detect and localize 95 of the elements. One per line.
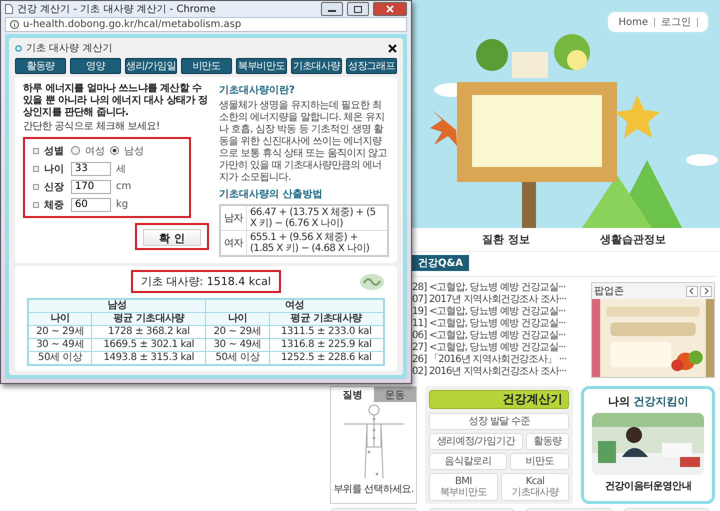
card-link[interactable]: 건강이음터운영안내 [604, 479, 692, 493]
calculator-tab[interactable]: 활동량 [15, 58, 66, 74]
intro-note: 간단한 공식으로 체크해 보세요! [23, 121, 161, 133]
field-label: 성별 [44, 144, 65, 158]
header-cell: 여성 [206, 299, 384, 312]
close-icon [386, 5, 394, 13]
news-link[interactable]: 27] <고혈압, 당뇨병 예방 건강교실··· [412, 342, 586, 353]
calculator-button[interactable]: 비만도 [510, 453, 570, 470]
calculator-tab[interactable]: 복부비만도 [236, 58, 287, 74]
bullet-icon [33, 202, 39, 208]
info-text: 생물체가 생명을 유지하는데 필요한 최소한의 에너지량을 말합니다. 체온 유지나 호흡, 심장 박동 등 기초적인 생명 활동을 위한 신진대사에 쓰이는 에너지량으로 보통 휴식 상태 또는 움직이지 않고 가만히 있을 때 기초대사량만큼의 에너지가 소모됩니다. [219, 100, 388, 184]
calculator-button[interactable]: 생리예정/가임기간 [429, 433, 523, 450]
radio-button[interactable] [71, 146, 80, 155]
calculator-button[interactable]: BMI 복부비만도 [429, 473, 498, 501]
calculator-tab[interactable]: 생리/가임일 [125, 58, 177, 74]
calculator-tab[interactable]: 기초대사량 [290, 58, 342, 74]
calculator-tab[interactable]: 비만도 [180, 58, 232, 74]
account-link[interactable]: 로그인 [661, 15, 691, 29]
body-tab[interactable]: 운동 [374, 387, 416, 402]
table-cell: 66.47 + (13.75 X 체중) + (5 X 키) − (6.76 X 나이) [246, 205, 388, 230]
option-label: 남성 [124, 144, 144, 158]
table-cell: 1252.5 ± 228.6 kal [269, 352, 384, 365]
confirm-button[interactable]: 확 인 [143, 229, 201, 246]
bullet-icon [33, 148, 39, 154]
nav-link[interactable]: 질환 정보 [482, 232, 530, 247]
news-link[interactable]: 11] <고혈압, 당뇨병 예방 건강교실··· [412, 318, 586, 329]
hint-text: 부위를 선택하세요. [333, 483, 414, 496]
news-link[interactable]: 06] <고혈압, 당뇨병 예방 건강교실··· [412, 330, 586, 341]
news-link[interactable]: 07] 2017년 지역사회건강조사 조사··· [412, 294, 586, 305]
info-heading: 기초대사량의 산출방법 [219, 188, 324, 201]
field-label: 체중 [44, 198, 65, 212]
previous-button[interactable] [686, 286, 698, 296]
panel-title: 팝업존 [594, 285, 625, 298]
maximize-button[interactable] [347, 2, 369, 16]
input-field[interactable]: 60 [71, 198, 111, 212]
table-cell: 1311.5 ± 233.0 kal [269, 326, 384, 338]
sticker-icon [359, 272, 385, 290]
result-text: 기초 대사량: 1518.4 kcal [131, 270, 281, 293]
calculator-tab[interactable]: 성장그래프 [346, 58, 397, 74]
calculator-button[interactable]: 활동량 [526, 433, 570, 450]
table-cell: 1493.8 ± 315.3 kal [92, 352, 206, 365]
table-cell: 1316.8 ± 225.9 kal [269, 338, 384, 352]
window-title: 건강 계산기 - 기초 대사량 계산기 - Chrome [17, 3, 217, 16]
minimize-button[interactable] [321, 2, 343, 16]
field-label: 나이 [44, 162, 65, 176]
calculator-button[interactable]: 성장 발달 수준 [429, 413, 570, 430]
page-icon [5, 4, 13, 14]
input-field[interactable]: 170 [71, 180, 111, 194]
calculator-tab[interactable]: 영양 [70, 58, 122, 74]
option-label: 여성 [85, 144, 105, 158]
field-label: 신장 [44, 180, 65, 194]
maximize-icon [354, 6, 362, 12]
panel-title: 건강계산기 [502, 391, 562, 408]
bullet-icon [33, 166, 39, 172]
dialog-title: 기초 대사량 계산기 [26, 42, 114, 55]
table-cell: 50세 이상 [206, 352, 270, 365]
header-cell: 평균 기초대사량 [269, 312, 384, 326]
info-icon [10, 20, 19, 29]
close-icon[interactable] [388, 44, 397, 52]
next-button[interactable] [700, 286, 712, 296]
address-field[interactable]: u-health.dobong.go.kr/hcal/metabolism.asp [5, 17, 407, 32]
table-cell: 20 ~ 29세 [206, 326, 270, 338]
header-cell: 남성 [28, 299, 206, 312]
bullet-icon [15, 44, 22, 52]
table-cell: 1728 ± 368.2 kal [92, 326, 206, 338]
nav-link[interactable]: 생활습관정보 [600, 232, 666, 247]
news-link[interactable]: 02] 2016년 지역사회건강조사 조사··· [412, 366, 586, 377]
news-link[interactable]: 19] <고혈압, 당뇨병 예방 건강교실··· [412, 306, 586, 317]
table-cell: 30 ~ 49세 [206, 338, 270, 352]
table-cell: 남자 [220, 205, 246, 230]
bullet-icon [33, 184, 39, 190]
intro-text: 하루 에너지를 얼마나 쓰느냐를 계산할 수 있을 뿐 아니라 나의 에너지 대사 상태가 정상인지를 판단해 줍니다. [23, 83, 209, 119]
unit-label: cm [116, 181, 132, 192]
news-link[interactable]: 26] 「2016년 지역사회건강조사」 ··· [412, 354, 586, 365]
header-cell: 나이 [28, 312, 92, 326]
account-link[interactable]: Home [618, 16, 648, 28]
calculator-button[interactable]: Kcal 기초대사량 [500, 473, 570, 501]
unit-label: 세 [116, 162, 126, 176]
header-cell: 나이 [206, 312, 270, 326]
radio-button[interactable] [110, 146, 119, 155]
table-cell: 1669.5 ± 302.1 kal [92, 338, 206, 352]
header-cell: 평균 기초대사량 [92, 312, 206, 326]
chevron-left-icon [689, 288, 695, 294]
table-cell: 20 ~ 29세 [28, 326, 92, 338]
news-link[interactable]: 28] <고혈압, 당뇨병 예방 건강교실··· [412, 282, 586, 293]
info-heading: 기초대사량이란? [219, 84, 296, 97]
unit-label: kg [116, 199, 128, 210]
board-tab[interactable]: 건강Q&A [412, 255, 469, 271]
close-button[interactable] [373, 2, 407, 16]
input-field[interactable]: 33 [71, 162, 111, 176]
calculator-button[interactable]: 음식칼로리 [429, 453, 508, 470]
chevron-right-icon [703, 288, 709, 294]
table-cell: 30 ~ 49세 [28, 338, 92, 352]
table-cell: 50세 이상 [28, 352, 92, 365]
card-title: 나의 건강지킴이 [608, 394, 689, 409]
